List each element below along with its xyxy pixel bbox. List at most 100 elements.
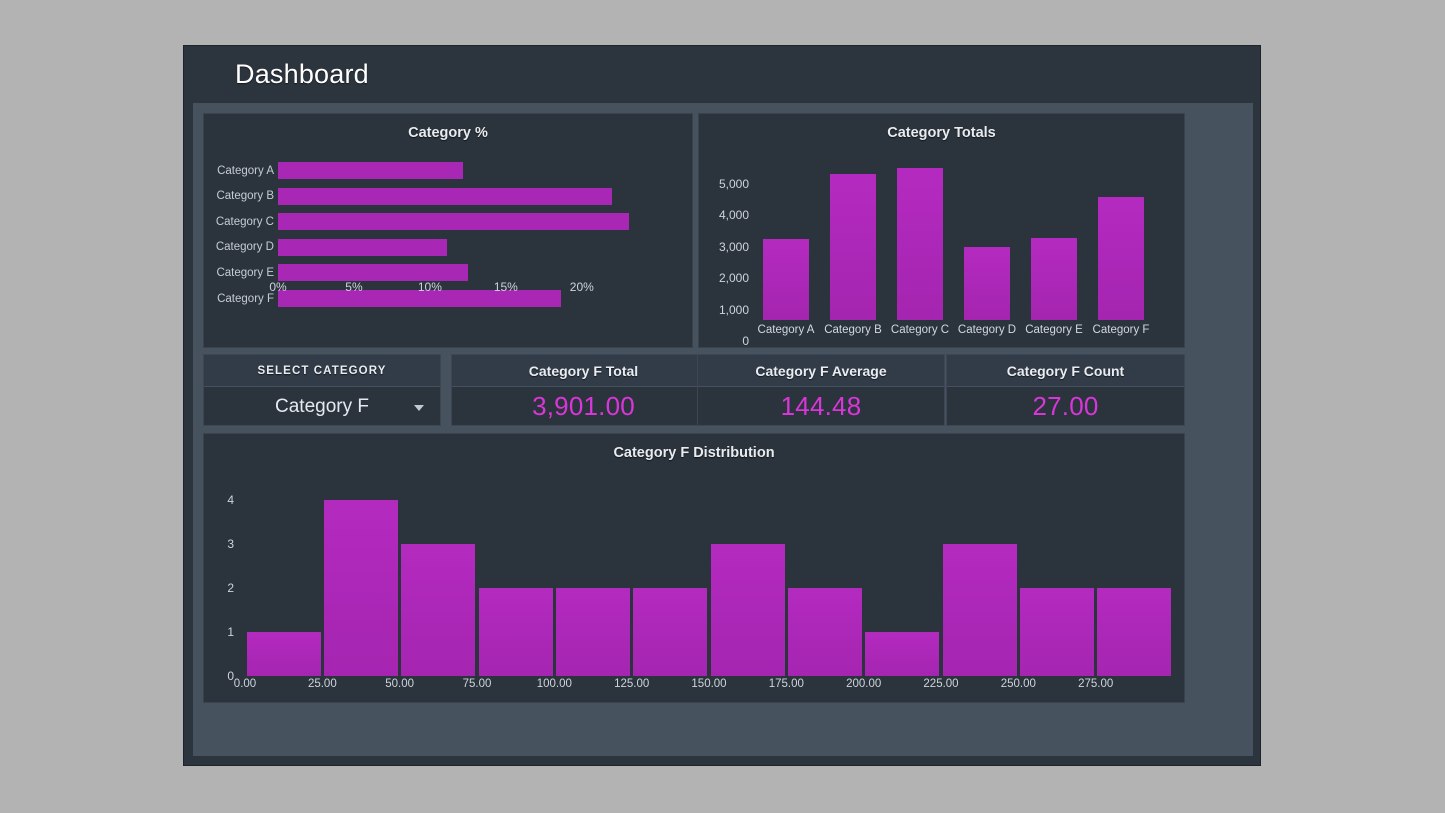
y-axis-tick: 3,000 <box>718 239 749 254</box>
category-f-count-card: Category F Count 27.00 <box>946 354 1185 426</box>
y-axis-tick: 2 <box>227 581 234 595</box>
bar-category-label: Category F <box>1092 324 1150 336</box>
y-axis-tick: 0 <box>227 669 234 683</box>
y-axis-tick: 0 <box>742 334 749 348</box>
category-f-total-value: 3,901.00 <box>532 391 635 421</box>
category-f-count-body: 27.00 <box>947 387 1184 426</box>
bar-category-label: Category C <box>215 215 274 228</box>
x-axis-tick: 150.00 <box>691 678 727 690</box>
x-axis-tick: 200.00 <box>846 678 882 690</box>
card-title-category-percent: Category % <box>408 125 488 141</box>
bar-category-label: Category E <box>1025 324 1083 336</box>
bar-fill <box>278 238 447 256</box>
category-f-average-card: Category F Average 144.48 <box>697 354 945 426</box>
x-axis-tick: 15% <box>493 280 518 294</box>
card-category-f-distribution: Category F Distribution 0 1 2 3 4 0.00 25.00 50… <box>203 433 1185 703</box>
category-f-average-label: Category F Average <box>755 362 887 379</box>
category-f-total-body: 3,901.00 <box>452 387 715 426</box>
y-axis-tick: 4,000 <box>718 208 749 223</box>
x-axis-tick: 10% <box>417 280 442 294</box>
bar-column: Category E <box>1025 237 1083 336</box>
bar-row: Category A <box>217 162 464 179</box>
chart-category-f-distribution: 0 1 2 3 4 0.00 25.00 50.00 75.00 100.00 125.00 150.… <box>204 472 1184 704</box>
bar-column: Category B <box>824 174 882 336</box>
x-axis-tick: 50.00 <box>385 678 415 690</box>
select-category-header: SELECT CATEGORY <box>204 355 440 387</box>
bar-fill <box>897 168 943 320</box>
bar-category-label: Category B <box>824 324 882 336</box>
category-f-total-label: Category F Total <box>528 362 639 379</box>
x-axis-tick: 275.00 <box>1078 678 1114 690</box>
bar-fill <box>964 247 1010 320</box>
x-axis-tick: 25.00 <box>307 678 337 690</box>
y-axis-tick: 4 <box>227 493 234 507</box>
histogram-bar <box>1019 588 1095 676</box>
histogram-bar <box>323 500 399 676</box>
category-f-count-header: Category F Count <box>947 355 1184 387</box>
card-category-percent: Category % Category A Category B Category … <box>203 113 693 348</box>
card-category-totals: Category Totals 0 1,000 2,000 3,000 4,000 5,0… <box>698 113 1185 348</box>
x-axis: 0% 5% 10% 15% 20% <box>204 280 692 300</box>
category-f-average-value: 144.48 <box>780 391 862 421</box>
category-f-total-header: Category F Total <box>452 355 715 387</box>
histogram-bar <box>478 588 553 676</box>
x-axis-tick: 225.00 <box>923 678 959 690</box>
x-axis-tick: 250.00 <box>1000 678 1036 690</box>
x-axis-tick: 175.00 <box>768 678 804 690</box>
select-category-dropdown[interactable]: Category F <box>204 387 440 426</box>
bar-column: Category F <box>1093 196 1149 336</box>
select-category-value: Category F <box>275 395 369 417</box>
chart-category-totals: 0 1,000 2,000 3,000 4,000 5,000 Category A Cate… <box>699 152 1184 352</box>
bar-fill <box>830 174 876 320</box>
bar-fill <box>278 213 629 231</box>
x-axis-tick: 5% <box>345 280 363 294</box>
page-title: Dashboard <box>235 58 369 89</box>
card-title-category-f-distribution: Category F Distribution <box>613 445 775 461</box>
category-f-count-label: Category F Count <box>1006 362 1125 379</box>
histogram-bar <box>633 588 708 676</box>
histogram-bar <box>246 632 321 676</box>
histogram-bar <box>1097 588 1172 676</box>
bar-column: Category D <box>958 247 1016 336</box>
histogram-bar <box>401 544 476 676</box>
dashboard-content: Category % Category A Category B Category … <box>203 113 1243 746</box>
bar-category-label: Category B <box>216 190 274 203</box>
x-axis-tick: 20% <box>569 280 594 294</box>
x-axis-tick: 75.00 <box>462 678 492 690</box>
y-axis-tick: 5,000 <box>718 177 749 191</box>
category-f-count-value: 27.00 <box>1032 391 1099 421</box>
card-title-category-totals: Category Totals <box>887 125 996 141</box>
bar-category-label: Category C <box>890 324 950 336</box>
category-f-average-body: 144.48 <box>698 387 944 426</box>
x-axis-tick: 125.00 <box>614 678 650 690</box>
y-axis-tick: 2,000 <box>718 271 749 286</box>
bar-fill <box>1098 196 1144 320</box>
category-f-average-header: Category F Average <box>698 355 944 387</box>
bar-fill <box>278 162 464 179</box>
x-axis-tick: 0.00 <box>233 678 257 690</box>
bar-fill <box>278 264 468 282</box>
bar-fill <box>1031 237 1077 320</box>
dashboard-window: Dashboard Category % Category A Category … <box>183 45 1261 766</box>
select-category-label: SELECT CATEGORY <box>257 364 387 377</box>
bar-category-label: Category A <box>757 324 815 336</box>
category-f-total-card: Category F Total 3,901.00 <box>451 354 716 426</box>
chevron-down-icon <box>414 404 424 411</box>
histogram-bar <box>555 588 631 676</box>
histogram-bar <box>787 588 863 676</box>
y-axis-tick: 3 <box>227 537 234 551</box>
select-category-card: SELECT CATEGORY Category F <box>203 354 441 426</box>
bar-column: Category A <box>758 239 814 336</box>
histogram-bar <box>865 632 940 676</box>
histogram-bar <box>710 544 785 676</box>
chart-category-percent: Category A Category B Category C Category D… <box>204 152 692 352</box>
bar-row: Category B <box>216 187 613 205</box>
bar-fill <box>278 187 613 205</box>
x-axis-tick: 0% <box>269 280 287 294</box>
bar-row: Category E <box>216 264 468 282</box>
bar-category-label: Category D <box>215 241 274 254</box>
dashboard-body: Category % Category A Category B Category … <box>193 103 1253 756</box>
y-axis-tick: 1 <box>227 625 234 639</box>
x-axis-tick: 100.00 <box>536 678 572 690</box>
bar-row: Category D <box>216 238 447 256</box>
